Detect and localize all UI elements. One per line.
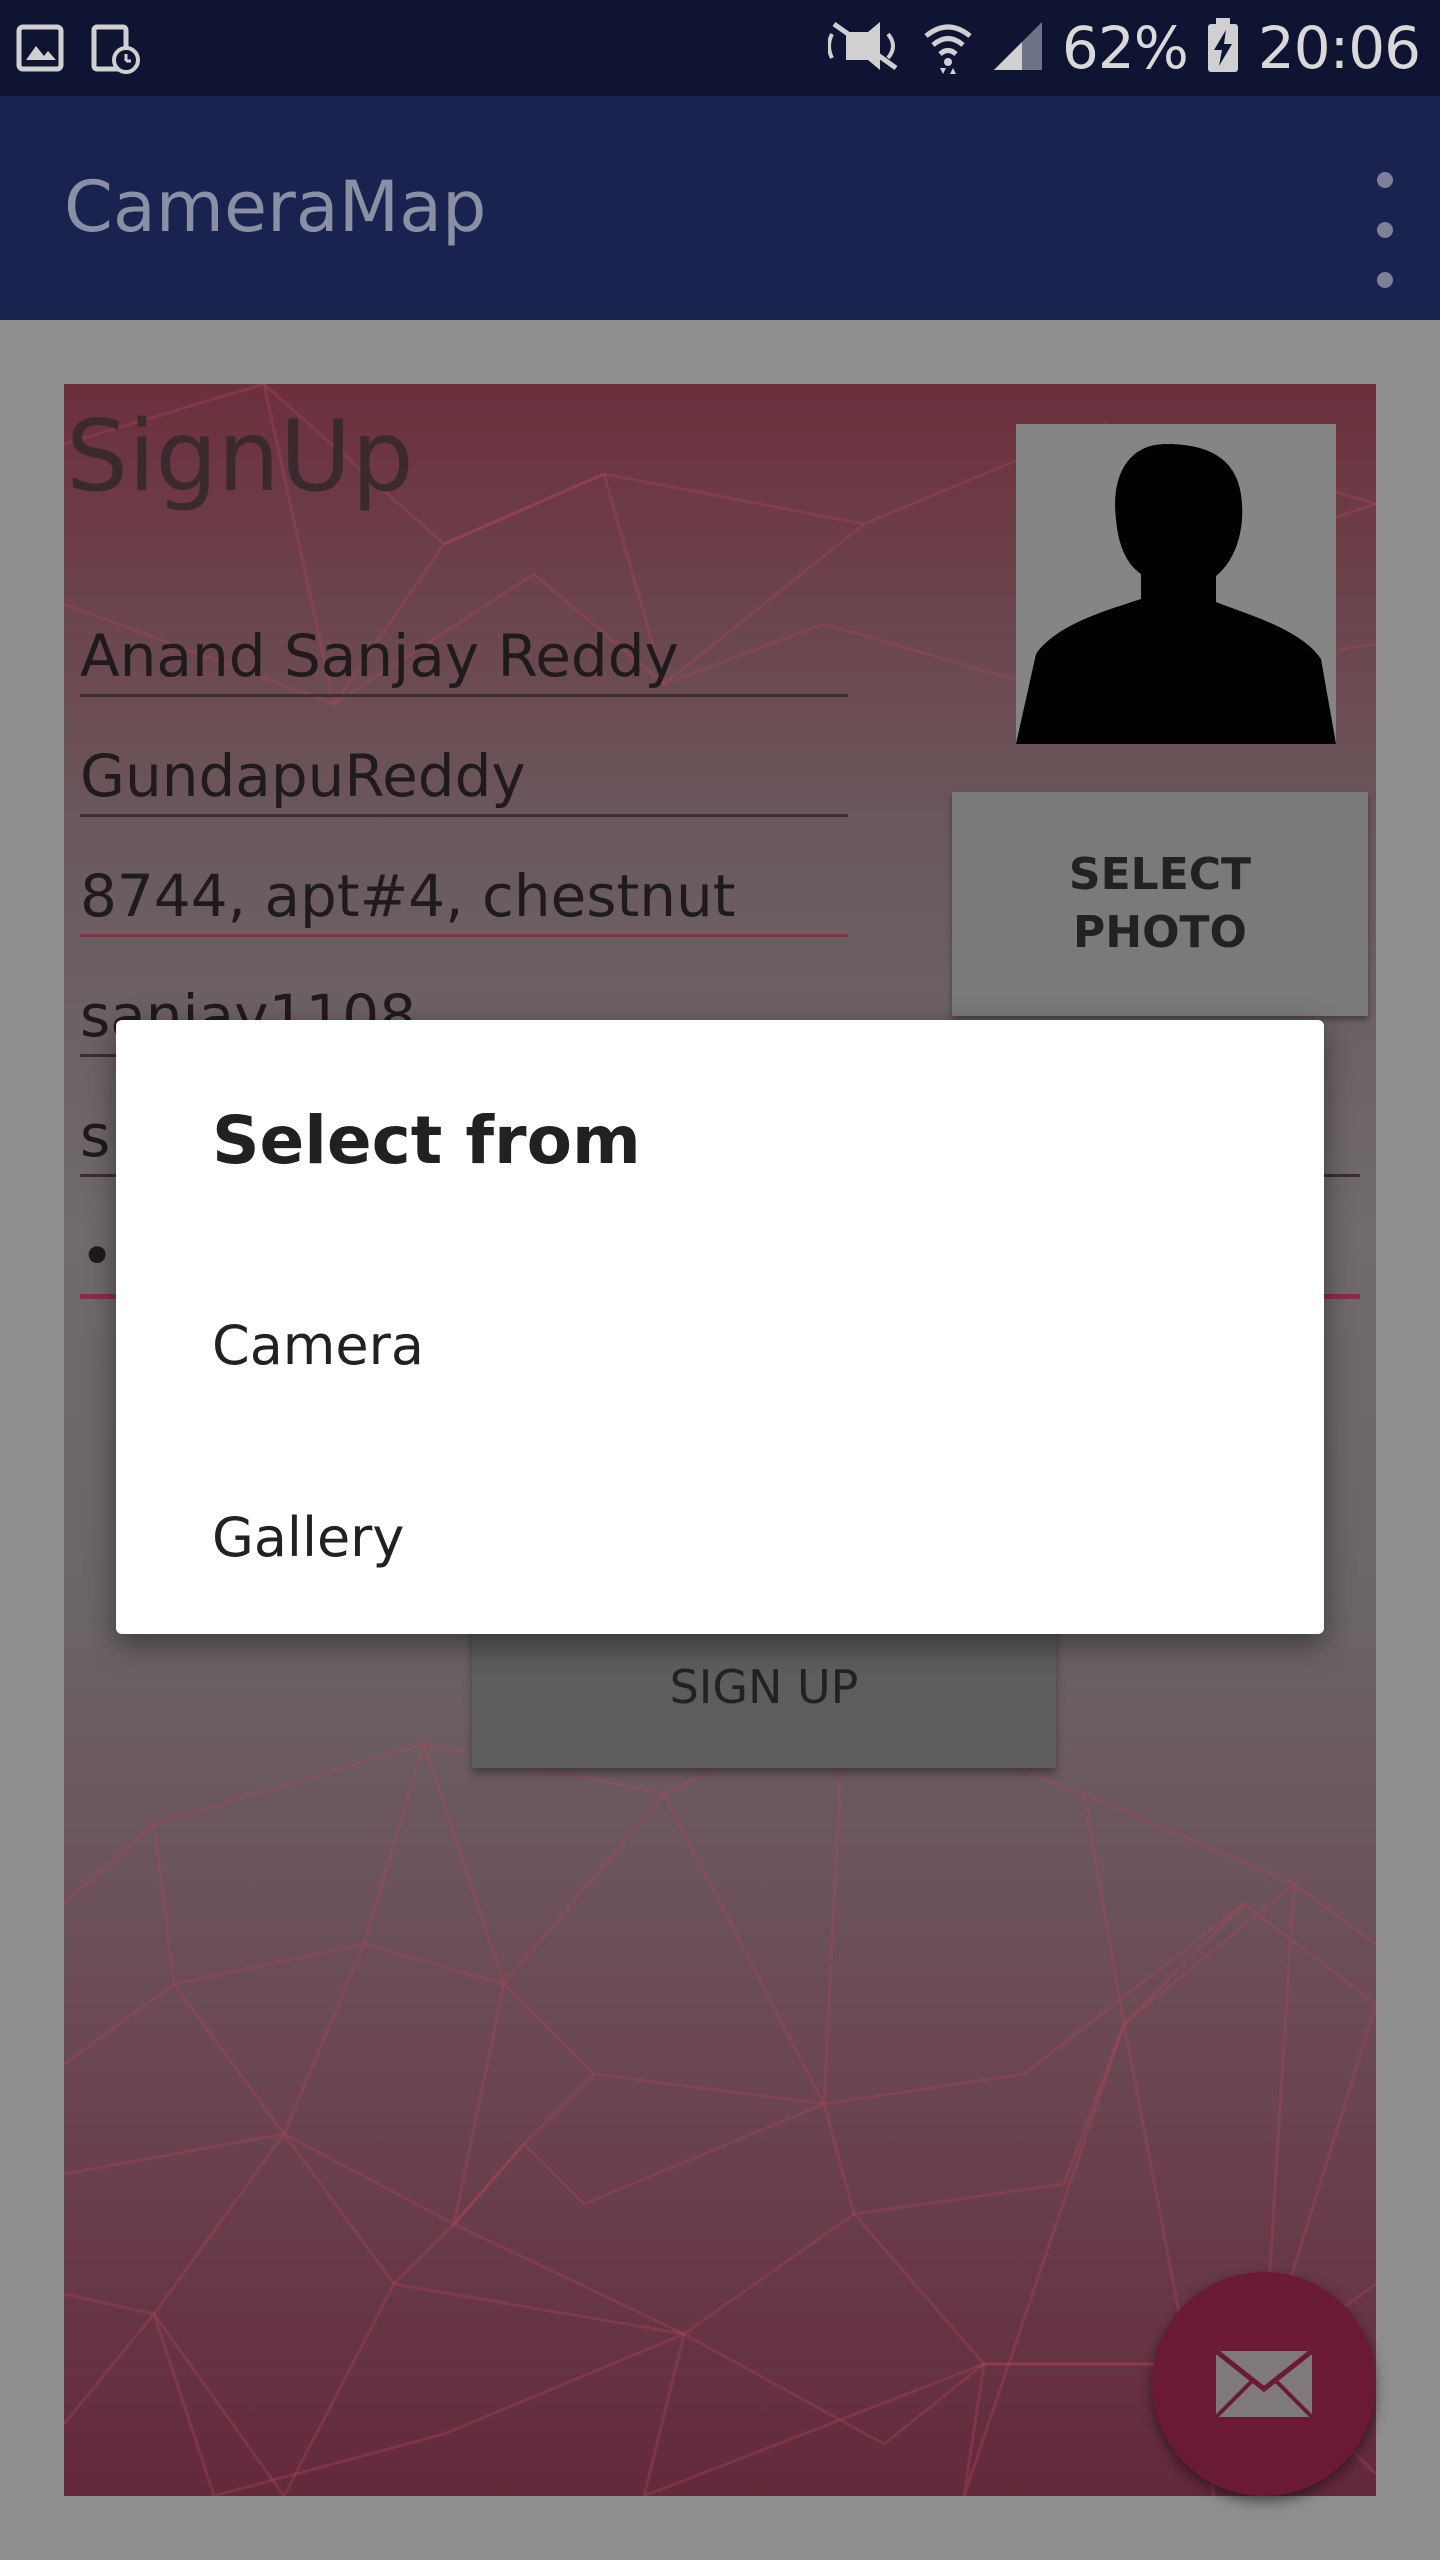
option-camera[interactable]: Camera [116,1250,1324,1442]
battery-percent: 62% [1061,14,1189,82]
dialog-title: Select from [212,1102,641,1179]
select-source-dialog: Select from Camera Gallery [116,1020,1324,1634]
battery-charging-icon [1206,18,1240,78]
status-bar: 62% 20:06 [0,0,1440,96]
option-camera-label: Camera [212,1314,424,1377]
option-gallery[interactable]: Gallery [116,1442,1324,1634]
option-gallery-label: Gallery [212,1506,405,1569]
clock: 20:06 [1257,14,1421,82]
signal-icon [992,20,1044,76]
mute-icon [826,18,904,78]
gallery-icon [16,24,64,78]
wifi-icon [922,18,974,78]
screenshot-icon [90,24,140,78]
